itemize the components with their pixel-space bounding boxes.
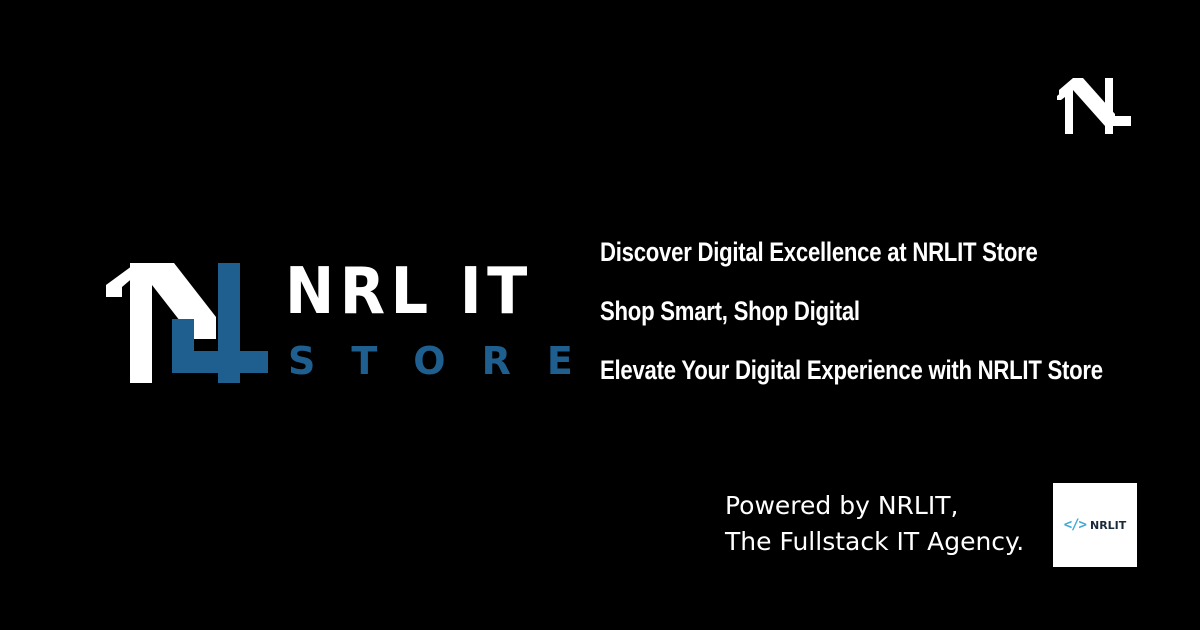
- page-canvas: NRL IT STORE Discover Digital Excellence…: [0, 0, 1200, 630]
- main-logo: NRL IT STORE: [100, 255, 573, 390]
- tagline-1: Discover Digital Excellence at NRLIT Sto…: [600, 237, 1038, 267]
- powered-by-line-1: Powered by NRLIT,: [725, 491, 959, 520]
- powered-by-text: Powered by NRLIT, The Fullstack IT Agenc…: [725, 488, 1024, 560]
- tagline-list: Discover Digital Excellence at NRLIT Sto…: [600, 232, 1180, 409]
- brand-subword: STORE: [288, 339, 609, 383]
- agency-badge: </> NRLIT: [1053, 483, 1137, 567]
- nrl-corner-monogram-icon: [1057, 78, 1131, 134]
- brand-wordmark: NRL IT: [285, 255, 533, 329]
- powered-by-line-2: The Fullstack IT Agency.: [725, 527, 1025, 556]
- code-brackets-icon: </>: [1063, 517, 1087, 533]
- tagline-3: Elevate Your Digital Experience with NRL…: [600, 355, 1103, 385]
- nrl-monogram-icon: [106, 263, 268, 383]
- agency-badge-name: NRLIT: [1090, 518, 1127, 532]
- tagline-2: Shop Smart, Shop Digital: [600, 296, 860, 326]
